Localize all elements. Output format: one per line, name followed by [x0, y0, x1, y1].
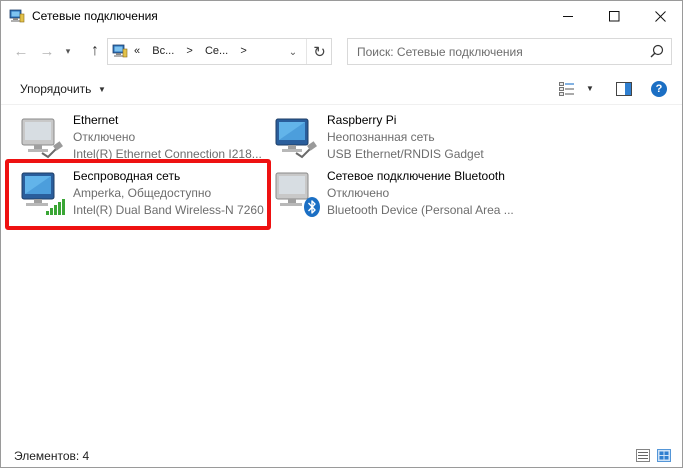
connection-device: Bluetooth Device (Personal Area ...: [327, 203, 514, 217]
preview-pane-icon[interactable]: [616, 82, 632, 96]
window-title: Сетевые подключения: [32, 9, 158, 23]
close-icon: [654, 10, 666, 22]
network-connections-icon: [112, 44, 128, 58]
connection-name: Ethernet: [73, 113, 119, 127]
status-bar: Элементов: 4: [1, 444, 682, 468]
connection-item-bluetooth[interactable]: Сетевое подключение Bluetooth Отключено …: [272, 166, 527, 218]
navigation-bar: ← → ▾ ↑ « Вс... > Се... > ⌄ ↻ Поиск: Сет…: [1, 32, 682, 72]
help-button[interactable]: ?: [651, 81, 667, 97]
breadcrumb-item-all[interactable]: Вс...: [152, 45, 174, 57]
minimize-button[interactable]: [545, 1, 591, 31]
chevron-down-icon: ▾: [65, 45, 71, 56]
bluetooth-network-icon: [275, 172, 320, 217]
back-button[interactable]: ←: [11, 41, 31, 61]
refresh-icon: ↻: [313, 43, 326, 61]
wired-network-icon: [21, 118, 63, 159]
breadcrumb-separator[interactable]: >: [186, 45, 192, 57]
connection-status: Неопознанная сеть: [327, 130, 435, 144]
recent-locations-button[interactable]: ▾: [61, 41, 75, 61]
connection-item-ethernet[interactable]: Ethernet Отключено Intel(R) Ethernet Con…: [18, 110, 273, 162]
arrow-left-icon: ←: [13, 42, 29, 60]
item-count: Элементов: 4: [14, 449, 90, 463]
chevron-down-icon[interactable]: ▼: [98, 85, 106, 94]
close-button[interactable]: [637, 1, 683, 31]
details-view-icon[interactable]: [636, 449, 650, 462]
change-view-icon[interactable]: [559, 82, 575, 96]
window: Сетевые подключения ← → ▾ ↑ « Вс... > Се…: [0, 0, 683, 468]
network-connections-icon: [9, 9, 25, 23]
minimize-icon: [562, 15, 573, 17]
forward-button[interactable]: →: [37, 41, 57, 61]
command-bar: Упорядочить ▼ ▼ ?: [1, 73, 682, 105]
view-options-chevron-icon[interactable]: ▼: [586, 84, 594, 93]
breadcrumb: « Вс... > Се... >: [134, 45, 247, 57]
wired-network-icon: [275, 118, 317, 159]
connection-name: Сетевое подключение Bluetooth: [327, 169, 505, 183]
connection-status: Отключено: [327, 186, 390, 200]
arrow-up-icon: ↑: [91, 42, 99, 59]
maximize-icon: [608, 10, 619, 21]
connection-name: Raspberry Pi: [327, 113, 397, 127]
highlight-annotation: [5, 159, 271, 230]
address-dropdown-button[interactable]: ⌄: [284, 42, 302, 62]
breadcrumb-item-network[interactable]: Се...: [205, 45, 228, 57]
up-button[interactable]: ↑: [85, 41, 105, 61]
connection-item-raspberry-pi[interactable]: Raspberry Pi Неопознанная сеть USB Ether…: [272, 110, 527, 162]
breadcrumb-separator[interactable]: >: [240, 45, 246, 57]
chevron-down-icon: ⌄: [288, 46, 298, 58]
connection-status: Отключено: [73, 130, 136, 144]
search-input[interactable]: Поиск: Сетевые подключения: [357, 45, 523, 59]
maximize-button[interactable]: [591, 1, 637, 31]
bluetooth-icon: [304, 197, 320, 217]
arrow-right-icon: →: [39, 42, 55, 60]
large-icons-view-icon[interactable]: [657, 449, 671, 462]
search-box[interactable]: Поиск: Сетевые подключения: [347, 38, 672, 65]
address-bar[interactable]: « Вс... > Се... > ⌄ ↻: [107, 38, 332, 65]
connection-device: USB Ethernet/RNDIS Gadget: [327, 147, 484, 161]
breadcrumb-overflow[interactable]: «: [134, 45, 140, 57]
connections-list: Ethernet Отключено Intel(R) Ethernet Con…: [1, 106, 682, 441]
refresh-button[interactable]: ↻: [306, 39, 332, 64]
organize-button[interactable]: Упорядочить: [20, 82, 91, 96]
title-bar[interactable]: Сетевые подключения: [1, 1, 682, 32]
search-icon[interactable]: [650, 44, 664, 58]
help-icon: ?: [655, 83, 663, 95]
